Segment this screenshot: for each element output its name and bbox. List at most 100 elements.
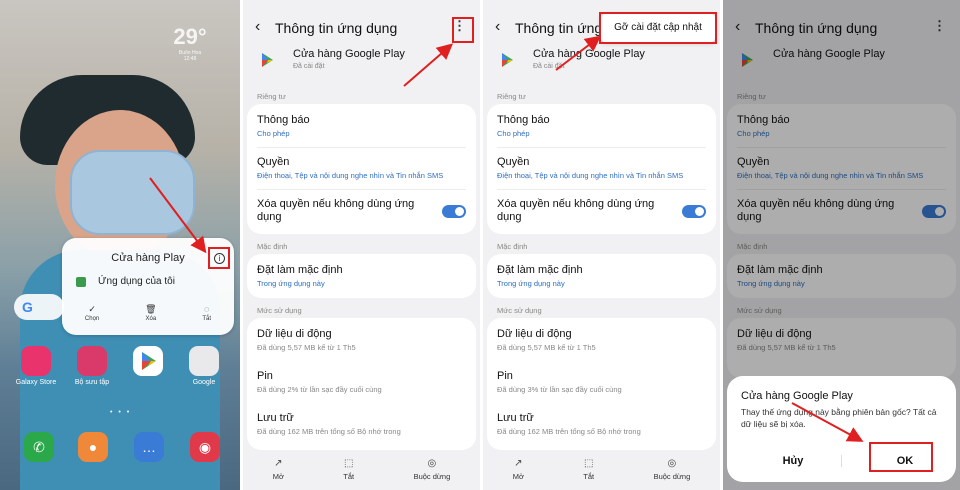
disable-button[interactable]: ◌ Tắt — [202, 304, 211, 322]
open-label: Mở — [272, 472, 284, 481]
row-subtitle: Đã dùng 2% từ lần sạc đầy cuối cùng — [257, 385, 382, 394]
row-title: Thông báo — [257, 114, 310, 126]
app-label: Galaxy Store — [15, 379, 57, 386]
google-search-bar[interactable]: G — [14, 294, 64, 320]
section-default: Mặc định — [497, 242, 528, 251]
play-store-icon — [133, 346, 163, 376]
annotation-box-ok — [869, 442, 933, 472]
home-screen-panel: 29° Buôn Hoa 12:48 Cửa hàng Play i Ứng d… — [0, 0, 240, 490]
back-arrow-icon[interactable]: ‹ — [495, 18, 500, 36]
page-title: Thông tin ứng — [515, 20, 603, 36]
row-subtitle: Đã dùng 5,57 MB kể từ 1 Th5 — [497, 343, 596, 352]
delete-button[interactable]: 🗑 Xóa — [145, 304, 156, 322]
app-shortcut-popup: Cửa hàng Play i Ứng dụng của tôi ✓ Chọn 🗑… — [62, 238, 234, 335]
disable-button[interactable]: ⬚ Tắt — [583, 452, 594, 490]
force-stop-button[interactable]: ◎ Buộc dừng — [654, 452, 691, 490]
remove-permissions-toggle[interactable] — [442, 205, 466, 218]
row-subtitle: Đã dùng 162 MB trên tổng số Bộ nhớ trong — [497, 427, 641, 436]
disable-label: Tắt — [343, 472, 355, 481]
popup-item-label: Ứng dụng của tôi — [98, 276, 175, 287]
messages-icon[interactable]: … — [134, 432, 164, 462]
open-button[interactable]: ↗ Mở — [513, 452, 524, 490]
app-header: Cửa hàng Google Play Đã cài đặt — [259, 48, 459, 78]
delete-label: Xóa — [145, 316, 157, 322]
app-bar: ‹ Thông tin ứng dụng ⋮ — [243, 14, 480, 44]
row-title: Đặt làm mặc định — [257, 264, 343, 276]
usage-card: Dữ liệu di động Đã dùng 5,57 MB kể từ 1 … — [247, 318, 476, 450]
annotation-box-menu — [452, 17, 474, 43]
select-button[interactable]: ✓ Chọn — [85, 304, 99, 322]
usage-card: Dữ liệu di động Đã dùng 5,57 MB kể từ 1 … — [487, 318, 716, 450]
row-title: Thông báo — [497, 114, 550, 126]
row-title: Lưu trữ — [257, 412, 294, 424]
contacts-icon[interactable]: ● — [78, 432, 108, 462]
bottom-action-bar: ↗ Mở ⬚ Tắt ◎ Buộc dừng — [243, 452, 480, 490]
app-galaxy-store[interactable]: Galaxy Store — [14, 346, 58, 386]
divider — [257, 147, 466, 148]
row-subtitle: Trong ứng dụng này — [497, 279, 565, 288]
select-label: Chọn — [84, 316, 100, 322]
row-subtitle: Cho phép — [257, 129, 290, 138]
row-subtitle: Đã dùng 3% từ lần sạc đầy cuối cùng — [497, 385, 622, 394]
divider — [257, 189, 466, 190]
clock-small: 12:48 — [183, 56, 197, 62]
photo-child-mask — [70, 150, 195, 235]
google-folder-icon — [189, 346, 219, 376]
back-arrow-icon[interactable]: ‹ — [255, 18, 260, 36]
open-external-icon: ↗ — [514, 458, 523, 469]
app-google-folder[interactable]: Google — [182, 346, 226, 386]
popup-item-my-apps[interactable]: Ứng dụng của tôi — [76, 276, 175, 287]
disable-icon: ⬚ — [343, 458, 354, 469]
phone-icon[interactable]: ✆ — [24, 432, 54, 462]
remove-permissions-label: Xóa quyền nếu không dùng ứng dụng — [257, 198, 415, 223]
row-title: Dữ liệu di động — [497, 328, 572, 340]
open-button[interactable]: ↗ Mở — [273, 452, 284, 490]
row-title: Dữ liệu di động — [257, 328, 332, 340]
confirm-dialog: Cửa hàng Google Play Thay thế ứng dụng n… — [727, 376, 956, 482]
confirm-dialog-panel: ‹ Thông tin ứng dụng ⋮ Cửa hàng Google P… — [723, 0, 960, 490]
app-info-menu-panel: ‹ Thông tin ứng Gỡ cài đặt cập nhật Cửa … — [483, 0, 720, 490]
app-gallery[interactable]: Bộ sưu tập — [70, 346, 114, 386]
app-header: Cửa hàng Google Play Đã cài đặt — [499, 48, 699, 78]
page-indicator: • • • — [110, 409, 132, 416]
camera-icon[interactable]: ◉ — [190, 432, 220, 462]
section-default: Mặc định — [257, 242, 288, 251]
app-name: Cửa hàng Google Play — [533, 48, 645, 60]
row-subtitle: Đã dùng 5,57 MB kể từ 1 Th5 — [257, 343, 356, 352]
app-play-store[interactable] — [126, 346, 170, 379]
open-external-icon: ↗ — [274, 458, 283, 469]
stop-icon: ◎ — [427, 458, 437, 469]
privacy-card: Thông báo Cho phép Quyền Điện thoại, Tệp… — [247, 104, 476, 234]
play-store-icon — [262, 53, 273, 67]
row-title: Pin — [497, 370, 513, 382]
remove-permissions-label: Xóa quyền nếu không dùng ứng dụng — [497, 198, 655, 223]
dialog-message: Thay thế ứng dụng này bằng phiên bản gốc… — [741, 407, 937, 429]
disable-icon: ⬚ — [583, 458, 594, 469]
section-usage: Mức sử dụng — [497, 306, 542, 315]
disable-label: Tắt — [202, 316, 212, 322]
annotation-box-uninstall — [599, 12, 717, 44]
row-subtitle: Điện thoại, Tệp và nội dung nghe nhìn và… — [497, 171, 684, 180]
bottom-action-bar: ↗ Mở ⬚ Tắt ◎ Buộc dừng — [483, 452, 720, 490]
info-icon[interactable]: i — [214, 253, 225, 264]
app-name: Cửa hàng Google Play — [293, 48, 405, 60]
row-title: Pin — [257, 370, 273, 382]
remove-permissions-toggle[interactable] — [682, 205, 706, 218]
dialog-title: Cửa hàng Google Play — [741, 390, 853, 402]
disable-label: Tắt — [583, 472, 595, 481]
temperature: 29° — [173, 24, 207, 49]
google-g-icon: G — [22, 299, 33, 315]
default-card[interactable]: Đặt làm mặc định Trong ứng dụng này — [487, 254, 716, 298]
force-stop-button[interactable]: ◎ Buộc dừng — [414, 452, 451, 490]
row-subtitle: Trong ứng dụng này — [257, 279, 325, 288]
row-subtitle: Điện thoại, Tệp và nội dung nghe nhìn và… — [257, 171, 444, 180]
default-card[interactable]: Đặt làm mặc định Trong ứng dụng này — [247, 254, 476, 298]
cancel-button[interactable]: Hủy — [763, 446, 823, 476]
section-privacy: Riêng tư — [497, 92, 526, 101]
disable-button[interactable]: ⬚ Tắt — [343, 452, 354, 490]
app-status: Đã cài đặt — [533, 63, 565, 70]
force-stop-label: Buộc dừng — [413, 472, 451, 481]
weather-clock-widget[interactable]: 29° Buôn Hoa 12:48 — [150, 24, 230, 62]
section-privacy: Riêng tư — [257, 92, 286, 101]
row-subtitle: Cho phép — [497, 129, 530, 138]
